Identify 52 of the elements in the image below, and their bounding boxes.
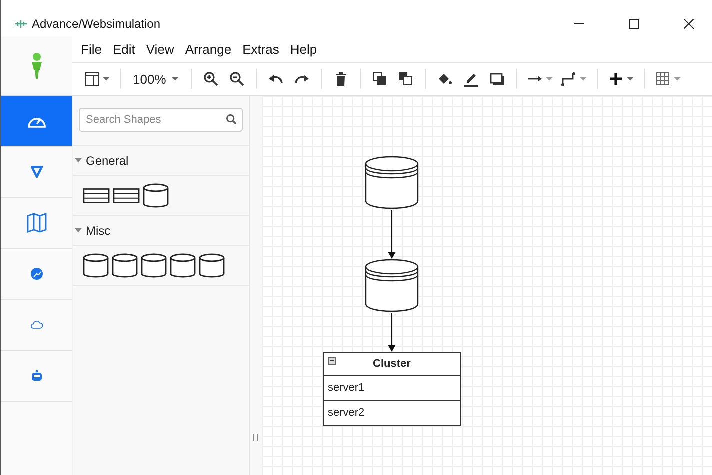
menu-item[interactable]: Extras	[242, 42, 280, 57]
cluster-row: server2	[328, 407, 365, 419]
cylinder-shape-icon[interactable]	[112, 252, 138, 278]
caret-icon	[546, 77, 554, 81]
cylinder-shape-icon[interactable]	[143, 182, 169, 208]
table-shape-icon[interactable]	[83, 188, 110, 204]
plus-icon	[608, 71, 624, 87]
menu-item[interactable]: View	[146, 42, 174, 57]
caret-icon	[580, 77, 588, 81]
cylinder-shape-icon[interactable]	[83, 252, 109, 278]
table-shape-icon[interactable]	[113, 188, 140, 204]
caret-icon	[627, 77, 634, 81]
collapse-icon[interactable]	[328, 357, 336, 365]
cluster-row: server1	[328, 382, 365, 394]
cylinder-shape-icon[interactable]	[170, 252, 196, 278]
grid-icon	[655, 71, 672, 87]
triangle-icon	[30, 166, 42, 178]
database-cylinder[interactable]	[365, 156, 419, 210]
cylinder-shape-icon[interactable]	[199, 252, 225, 278]
connector-arrow[interactable]	[388, 210, 396, 259]
caret-icon	[103, 77, 110, 81]
zoom-dropdown[interactable]: 100%	[128, 68, 184, 90]
cluster-container[interactable]: Cluster server1 server2	[323, 352, 461, 426]
caret-icon[interactable]	[75, 228, 82, 233]
caret-icon	[172, 77, 180, 81]
elbow-connector-icon	[561, 71, 578, 87]
zoom-level: 100%	[133, 72, 166, 86]
robot-icon	[30, 370, 42, 382]
menu-item[interactable]: Help	[290, 42, 318, 57]
search-icon	[226, 114, 237, 125]
menu-item[interactable]: File	[81, 42, 102, 57]
app-icon	[15, 18, 27, 28]
search-field[interactable]: Search Shapes	[79, 108, 243, 132]
splitter-handle[interactable]	[253, 434, 258, 441]
maximize-icon[interactable]	[629, 18, 639, 28]
close-icon[interactable]	[684, 18, 694, 28]
cloud-icon	[30, 319, 42, 331]
caret-icon	[674, 77, 682, 81]
connector-arrow[interactable]	[388, 313, 396, 352]
database-cylinder[interactable]	[365, 259, 419, 313]
map-icon	[26, 213, 46, 233]
section-title[interactable]: General	[86, 154, 129, 168]
globe-icon	[30, 268, 42, 280]
sidebar-tab[interactable]	[1, 96, 72, 147]
menu-item[interactable]: Arrange	[185, 42, 232, 57]
section-title[interactable]: Misc	[86, 224, 111, 238]
cluster-title: Cluster	[373, 358, 411, 370]
window-title: Advance/Websimulation	[32, 16, 161, 30]
menu-item[interactable]: Edit	[112, 42, 136, 57]
cylinder-shape-icon[interactable]	[141, 252, 167, 278]
layout-icon	[84, 71, 100, 87]
caret-icon[interactable]	[75, 158, 82, 163]
